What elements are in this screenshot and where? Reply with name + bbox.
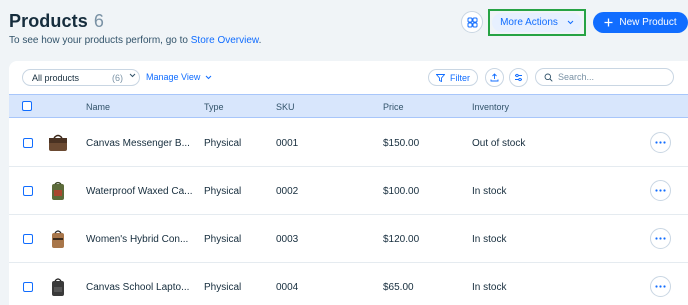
product-sku: 0002 bbox=[276, 186, 299, 197]
table-row[interactable]: Women's Hybrid Con... Physical 0003 $120… bbox=[9, 215, 688, 263]
product-name[interactable]: Canvas School Lapto... bbox=[86, 282, 189, 293]
new-product-label: New Product bbox=[619, 17, 677, 28]
layout-icon-button[interactable] bbox=[461, 11, 483, 33]
row-actions-button[interactable] bbox=[650, 276, 671, 297]
more-horizontal-icon bbox=[655, 237, 666, 240]
select-all-checkbox[interactable] bbox=[22, 101, 32, 111]
more-actions-highlight: More Actions bbox=[488, 9, 586, 36]
chevron-down-icon bbox=[567, 20, 574, 25]
product-inventory: In stock bbox=[472, 186, 507, 197]
row-actions-button[interactable] bbox=[650, 228, 671, 249]
product-sku: 0001 bbox=[276, 138, 299, 149]
column-header-type[interactable]: Type bbox=[204, 102, 224, 112]
manage-view-label: Manage View bbox=[146, 72, 201, 82]
product-inventory: Out of stock bbox=[472, 138, 526, 149]
search-input[interactable] bbox=[558, 72, 668, 82]
product-sku: 0003 bbox=[276, 234, 299, 245]
upload-icon bbox=[490, 73, 499, 82]
row-checkbox[interactable] bbox=[23, 186, 33, 196]
subtitle-text: To see how your products perform, go to bbox=[9, 35, 191, 46]
subtitle-suffix: . bbox=[258, 35, 262, 46]
product-thumbnail bbox=[52, 181, 64, 200]
more-horizontal-icon bbox=[655, 189, 666, 192]
filter-button[interactable]: Filter bbox=[428, 69, 478, 86]
chevron-down-icon bbox=[129, 73, 136, 78]
product-type: Physical bbox=[204, 186, 242, 197]
row-actions-button[interactable] bbox=[650, 132, 671, 153]
page-subtitle: To see how your products perform, go to … bbox=[9, 35, 261, 46]
product-thumbnail bbox=[49, 134, 67, 151]
column-header-price[interactable]: Price bbox=[383, 102, 404, 112]
row-checkbox[interactable] bbox=[23, 282, 33, 292]
plus-icon bbox=[604, 18, 613, 27]
new-product-button[interactable]: New Product bbox=[593, 12, 688, 33]
product-type: Physical bbox=[204, 138, 242, 149]
row-actions-button[interactable] bbox=[650, 180, 671, 201]
more-horizontal-icon bbox=[655, 141, 666, 144]
product-price: $65.00 bbox=[383, 282, 414, 293]
view-select[interactable]: All products (6) bbox=[22, 69, 140, 86]
product-inventory: In stock bbox=[472, 282, 507, 293]
filter-label: Filter bbox=[450, 72, 470, 83]
product-sku: 0004 bbox=[276, 282, 299, 293]
layout-icon bbox=[467, 17, 477, 27]
filter-icon bbox=[436, 73, 445, 82]
row-checkbox[interactable] bbox=[23, 138, 33, 148]
table-row[interactable]: Waterproof Waxed Ca... Physical 0002 $10… bbox=[9, 167, 688, 215]
product-inventory: In stock bbox=[472, 234, 507, 245]
product-name[interactable]: Women's Hybrid Con... bbox=[86, 234, 188, 245]
page-title-text: Products bbox=[9, 11, 88, 31]
view-select-count: (6) bbox=[112, 72, 123, 83]
store-overview-link[interactable]: Store Overview bbox=[191, 35, 259, 46]
product-name[interactable]: Waterproof Waxed Ca... bbox=[86, 186, 193, 197]
table-row[interactable]: Canvas School Lapto... Physical 0004 $65… bbox=[9, 263, 688, 305]
product-thumbnail bbox=[52, 230, 64, 248]
page-header: Products 6 To see how your products perfo… bbox=[0, 0, 688, 58]
more-horizontal-icon bbox=[655, 285, 666, 288]
product-count: 6 bbox=[93, 11, 104, 31]
product-type: Physical bbox=[204, 234, 242, 245]
column-header-sku[interactable]: SKU bbox=[276, 102, 295, 112]
product-price: $150.00 bbox=[383, 138, 420, 149]
table-row[interactable]: Canvas Messenger B... Physical 0001 $150… bbox=[9, 119, 688, 167]
products-table-card: All products (6) Manage View Filter Name… bbox=[9, 61, 688, 305]
more-actions-label: More Actions bbox=[500, 17, 558, 28]
columns-settings-button[interactable] bbox=[509, 68, 528, 87]
product-thumbnail bbox=[52, 278, 64, 296]
manage-view-button[interactable]: Manage View bbox=[146, 72, 212, 82]
product-name[interactable]: Canvas Messenger B... bbox=[86, 138, 190, 149]
row-checkbox[interactable] bbox=[23, 234, 33, 244]
sliders-icon bbox=[515, 73, 522, 82]
column-header-name[interactable]: Name bbox=[86, 102, 110, 112]
product-price: $120.00 bbox=[383, 234, 420, 245]
table-toolbar: All products (6) Manage View Filter bbox=[9, 61, 688, 94]
product-price: $100.00 bbox=[383, 186, 420, 197]
more-actions-button[interactable]: More Actions bbox=[492, 13, 582, 32]
search-icon bbox=[544, 73, 553, 82]
page-title: Products 6 bbox=[9, 11, 104, 32]
search-box bbox=[535, 68, 674, 86]
export-button[interactable] bbox=[485, 68, 504, 87]
column-header-inventory[interactable]: Inventory bbox=[472, 102, 509, 112]
view-select-value: All products bbox=[32, 72, 80, 83]
chevron-down-icon bbox=[206, 75, 212, 79]
table-header: Name Type SKU Price Inventory bbox=[9, 94, 688, 118]
product-type: Physical bbox=[204, 282, 242, 293]
